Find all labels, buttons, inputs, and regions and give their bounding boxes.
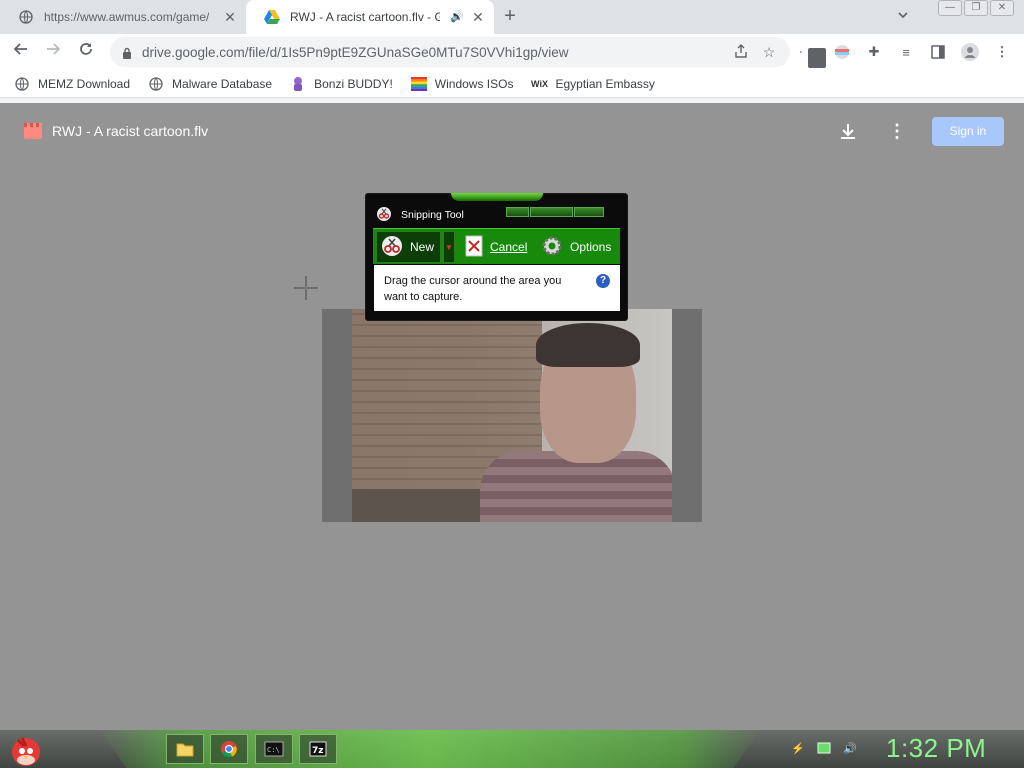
instruction-text: Drag the cursor around the area you want…: [384, 275, 562, 303]
bookmark-label: Bonzi BUDDY!: [314, 76, 393, 91]
cancel-x-icon: [465, 235, 483, 260]
profile-avatar-icon[interactable]: [960, 42, 980, 62]
back-icon[interactable]: [10, 41, 32, 63]
new-dropdown-arrow[interactable]: ▼: [443, 231, 455, 263]
volume-icon[interactable]: 🔊: [842, 740, 858, 756]
video-person-hair: [536, 323, 640, 367]
maximize-button[interactable]: [530, 207, 573, 217]
scissors-icon: [381, 235, 403, 260]
puzzle-icon[interactable]: ✚: [864, 42, 884, 62]
bookmark-star-icon[interactable]: ☆: [760, 43, 778, 61]
snipping-tool-titlebar: Snipping Tool: [366, 202, 627, 226]
media-queue-icon[interactable]: ≡: [896, 42, 916, 62]
tab-title: RWJ - A racist cartoon.flv - G: [290, 10, 440, 24]
tab-title: https://www.awmus.com/game/: [44, 10, 210, 24]
window-controls: — ❐ ✕: [938, 0, 1014, 16]
bookmark-label: MEMZ Download: [38, 76, 131, 91]
options-button[interactable]: Options: [541, 229, 611, 265]
snipping-instruction-panel: Drag the cursor around the area you want…: [374, 265, 620, 311]
window-glow: [451, 193, 543, 201]
bookmark-label: Malware Database: [172, 76, 273, 91]
globe-icon: [14, 76, 30, 92]
network-icon[interactable]: ⚡: [790, 740, 806, 756]
command-prompt-icon[interactable]: C:\: [255, 734, 293, 764]
file-title: RWJ - A racist cartoon.flv: [52, 123, 209, 139]
globe-icon: [148, 76, 164, 92]
wix-icon: WiX: [531, 78, 548, 89]
tab-drive[interactable]: RWJ - A racist cartoon.flv - G 🔊 ✕: [246, 0, 494, 34]
minimize-button[interactable]: [506, 207, 529, 217]
bookmark-bonzi-buddy[interactable]: Bonzi BUDDY!: [290, 76, 393, 92]
crosshair-cursor-icon: [294, 276, 318, 300]
speaker-icon[interactable]: 🔊: [450, 10, 464, 23]
bookmark-memz[interactable]: MEMZ Download: [14, 76, 130, 92]
cancel-label: Cancel: [490, 240, 528, 254]
browser-toolbar: drive.google.com/file/d/1Is5Pn9ptE9ZGUna…: [0, 34, 1024, 70]
close-icon[interactable]: ✕: [222, 9, 238, 25]
download-icon[interactable]: [838, 121, 858, 141]
gear-icon: [541, 235, 563, 260]
more-vert-icon[interactable]: ⋮: [992, 42, 1012, 62]
lock-icon[interactable]: [122, 46, 132, 59]
extension-red-icon[interactable]: 35: [800, 42, 826, 68]
snipping-window-controls: [506, 207, 604, 217]
bookmark-windows-isos[interactable]: Windows ISOs: [410, 76, 514, 92]
close-window-button[interactable]: [574, 207, 604, 217]
url-text: drive.google.com/file/d/1Is5Pn9ptE9ZGUna…: [142, 44, 569, 60]
help-icon[interactable]: ?: [596, 274, 610, 288]
share-icon[interactable]: [732, 43, 750, 61]
minimize-button[interactable]: —: [938, 0, 962, 16]
reload-icon[interactable]: [75, 41, 97, 63]
close-icon[interactable]: ✕: [470, 9, 486, 25]
scissors-icon: [376, 206, 392, 222]
video-frame: [352, 309, 672, 522]
new-tab-button[interactable]: +: [499, 5, 521, 27]
new-label: New: [410, 240, 435, 254]
snipping-tool-title: Snipping Tool: [401, 209, 464, 221]
bookmark-label: Windows ISOs: [434, 76, 514, 91]
bookmarks-bar: MEMZ Download Malware Database Bonzi BUD…: [0, 70, 1024, 98]
options-label: Options: [570, 240, 612, 254]
more-vert-icon[interactable]: ⋮: [888, 121, 906, 141]
file-explorer-icon[interactable]: [166, 734, 204, 764]
snipping-tool-toolbar: New ▼ Cancel Options: [373, 228, 620, 264]
sign-in-button[interactable]: Sign in: [932, 117, 1004, 146]
system-tray: ⚡ 🔊: [790, 740, 858, 756]
tab-awmus[interactable]: https://www.awmus.com/game/ ✕: [0, 0, 246, 34]
viewer-header: RWJ - A racist cartoon.flv ⋮ Sign in: [0, 103, 1024, 159]
svg-text:C:\: C:\: [267, 746, 280, 754]
bookmark-egyptian-embassy[interactable]: WiX Egyptian Embassy: [531, 76, 655, 92]
globe-icon: [18, 9, 34, 25]
battery-icon[interactable]: [816, 740, 832, 756]
bookmark-malware-database[interactable]: Malware Database: [148, 76, 272, 92]
cancel-button[interactable]: Cancel: [465, 229, 527, 265]
start-button-angry-bird-icon[interactable]: [8, 732, 46, 768]
bonzi-icon: [290, 76, 306, 92]
restore-button[interactable]: ❐: [964, 0, 988, 16]
tab-strip: https://www.awmus.com/game/ ✕ RWJ - A ra…: [0, 0, 1024, 34]
video-file-icon: [24, 123, 42, 139]
address-bar[interactable]: drive.google.com/file/d/1Is5Pn9ptE9ZGUna…: [110, 37, 790, 67]
video-player[interactable]: [322, 309, 702, 522]
bookmark-label: Egyptian Embassy: [555, 76, 655, 91]
chevron-down-icon[interactable]: [896, 8, 914, 26]
chrome-icon[interactable]: [210, 734, 248, 764]
new-snip-button[interactable]: New: [376, 231, 441, 263]
svg-text:7z: 7z: [312, 746, 324, 756]
extension-flag-icon[interactable]: [832, 42, 852, 62]
forward-icon[interactable]: [42, 41, 64, 63]
extensions-area: 35 ✚ ≡ ⋮: [800, 42, 1012, 68]
side-panel-icon[interactable]: [928, 42, 948, 62]
windows-flag-icon: [410, 76, 427, 92]
close-window-button[interactable]: ✕: [990, 0, 1014, 16]
google-drive-icon: [264, 9, 280, 25]
taskbar: C:\ 7z ⚡ 🔊 1:32 PM: [0, 730, 1024, 768]
7zip-icon[interactable]: 7z: [299, 734, 337, 764]
snipping-tool-window: Snipping Tool New ▼ Cancel Options Drag …: [365, 193, 628, 321]
taskbar-clock[interactable]: 1:32 PM: [886, 733, 986, 764]
extension-badge: 35: [807, 48, 826, 68]
